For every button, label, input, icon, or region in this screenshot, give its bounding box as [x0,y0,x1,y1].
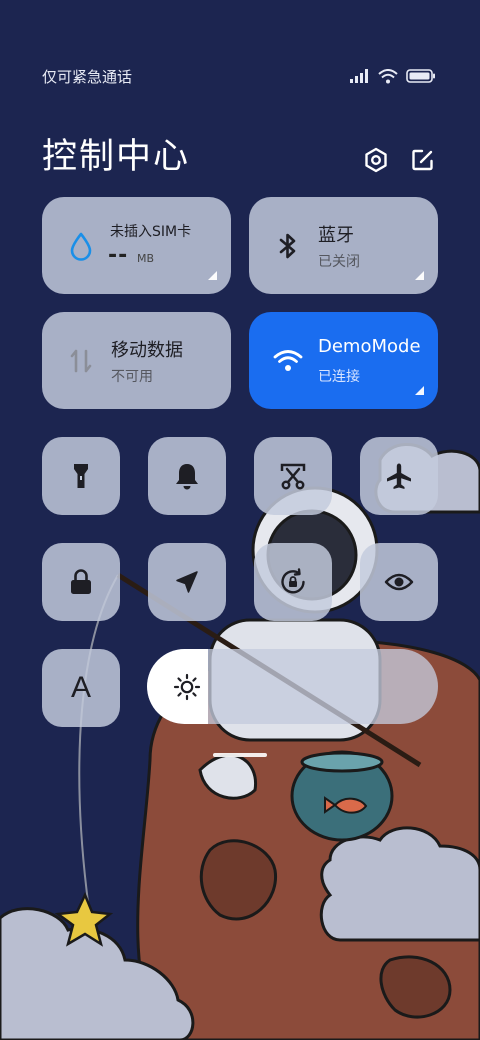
location-toggle[interactable] [148,543,226,621]
battery-icon [406,69,435,83]
bluetooth-label: 蓝牙 [318,225,354,246]
scissors-icon [280,463,306,490]
lock-screen-toggle[interactable] [42,543,120,621]
wifi-tile[interactable]: DemoMode 已连接 [249,312,438,409]
tile-expand-corner [208,271,217,280]
mobile-data-tile[interactable]: 移动数据 不可用 [42,312,231,409]
wifi-status: 已连接 [318,369,360,385]
home-indicator[interactable] [213,753,267,757]
font-size-toggle[interactable]: A [42,649,120,727]
bluetooth-icon [273,231,303,261]
font-icon: A [70,671,91,704]
airplane-mode-toggle[interactable] [360,437,438,515]
edit-button[interactable] [409,146,437,174]
hexagon-settings-icon [365,147,387,173]
eye-icon [384,573,414,591]
data-usage-unit: MB [137,252,155,265]
water-drop-icon [66,231,96,261]
sim-status-label: 未插入SIM卡 [110,224,192,240]
tile-expand-corner [415,271,424,280]
rotation-lock-toggle[interactable] [254,543,332,621]
wifi-icon [378,68,398,83]
screenshot-toggle[interactable] [254,437,332,515]
page-title: 控制中心 [42,137,191,177]
sim-data-tile[interactable]: 未插入SIM卡 -- MB [42,197,231,294]
airplane-icon [387,463,411,489]
mobile-data-label: 移动数据 [111,340,183,361]
data-usage-value: -- [108,243,129,268]
bluetooth-status: 已关闭 [318,254,360,270]
data-arrows-icon [66,346,96,376]
mobile-data-status: 不可用 [111,369,153,385]
reading-mode-toggle[interactable] [360,543,438,621]
wifi-network-name: DemoMode [318,336,421,357]
wifi-icon [273,346,303,376]
tile-expand-corner [415,386,424,395]
bell-icon [176,464,198,490]
brightness-slider[interactable] [147,649,438,724]
sun-icon [173,673,201,701]
status-icons [350,66,436,86]
flashlight-icon [74,464,88,488]
edit-icon [412,149,433,171]
location-arrow-icon [176,571,198,593]
flashlight-toggle[interactable] [42,437,120,515]
lock-icon [71,569,91,594]
signal-icon [350,69,368,83]
settings-button[interactable] [362,146,390,174]
ringer-toggle[interactable] [148,437,226,515]
status-carrier-text: 仅可紧急通话 [42,68,133,86]
rotate-lock-icon [281,568,305,594]
bluetooth-tile[interactable]: 蓝牙 已关闭 [249,197,438,294]
